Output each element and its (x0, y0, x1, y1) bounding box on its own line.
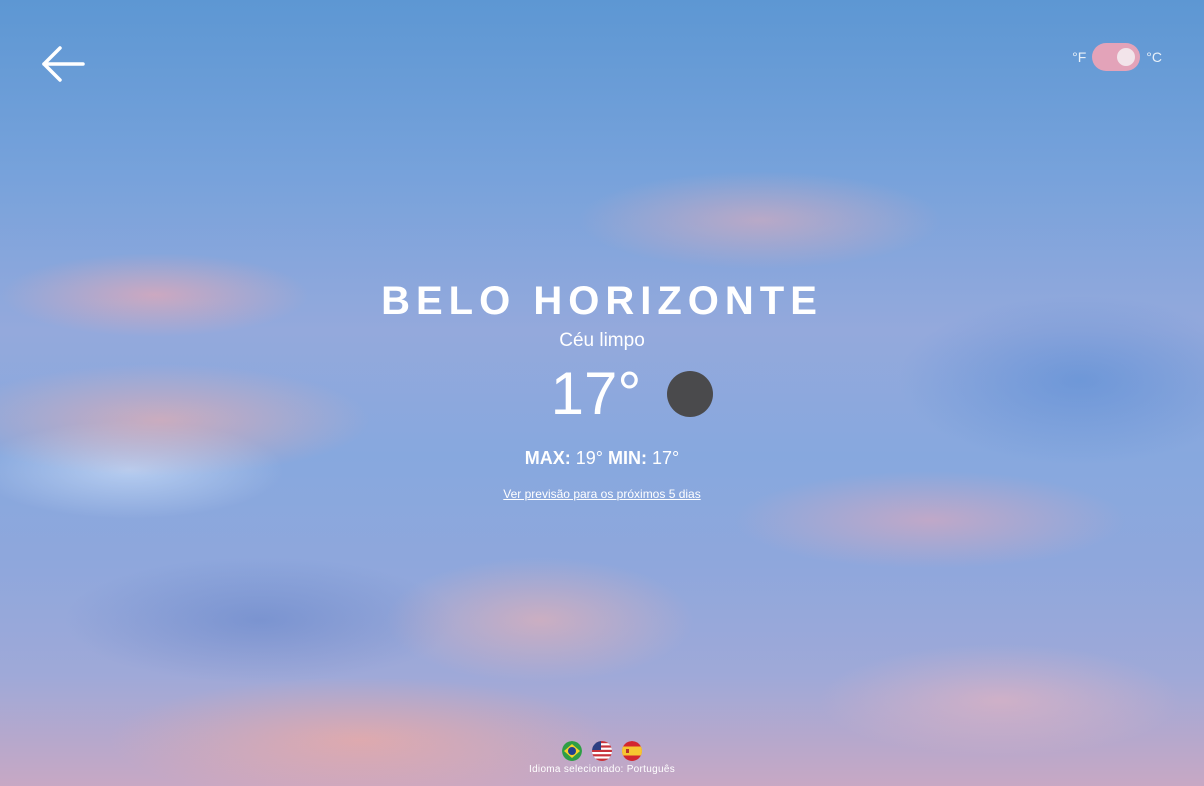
min-label: MIN: (608, 448, 647, 468)
temperature-row: 17° (0, 361, 1204, 427)
unit-switch[interactable] (1092, 43, 1141, 71)
language-flags (0, 741, 1204, 761)
spain-flag-icon[interactable] (622, 741, 642, 761)
brazil-flag-icon[interactable] (562, 741, 582, 761)
language-selector: Idioma selecionado: Português (0, 741, 1204, 775)
celsius-label: °C (1146, 49, 1162, 65)
fahrenheit-label: °F (1072, 49, 1087, 65)
unit-switch-knob (1117, 48, 1136, 66)
forecast-link[interactable]: Ver previsão para os próximos 5 dias (503, 487, 700, 501)
weather-panel: BELO HORIZONTE Céu limpo 17° MAX: 19° MI… (0, 278, 1204, 503)
min-max-temperature: MAX: 19° MIN: 17° (0, 447, 1204, 469)
back-button[interactable] (40, 44, 86, 84)
weather-description: Céu limpo (559, 330, 645, 351)
min-value: 17° (652, 448, 680, 468)
selected-language-label: Idioma selecionado: Português (528, 764, 675, 775)
current-temperature: 17° (550, 360, 642, 427)
max-value: 19° (575, 448, 603, 468)
city-name: BELO HORIZONTE (381, 279, 823, 323)
unit-toggle: °F °C (1072, 43, 1162, 71)
max-label: MAX: (524, 448, 571, 468)
arrow-left-icon (42, 46, 85, 82)
weather-condition-icon (667, 371, 714, 417)
usa-flag-icon[interactable] (592, 741, 612, 761)
